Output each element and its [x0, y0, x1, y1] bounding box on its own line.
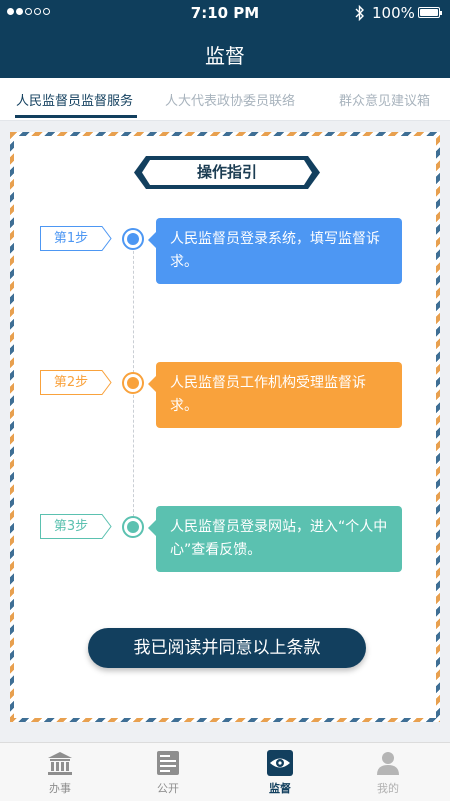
step-text: 人民监督员登录系统，填写监督诉求。 [170, 231, 380, 270]
step-dot-1 [122, 228, 144, 250]
document-icon [157, 751, 179, 775]
bluetooth-icon [355, 5, 364, 21]
battery-percent: 100% [372, 4, 415, 22]
status-bar: 7:10 PM 100% [0, 0, 450, 26]
step-dot-2 [122, 372, 144, 394]
nav-label: 监督 [269, 782, 291, 795]
step-tag-label: 第1步 [53, 231, 89, 246]
app-header: 7:10 PM 100% 监督 [0, 0, 450, 78]
nav-item-profile[interactable]: 我的 [348, 743, 428, 801]
step-text: 人民监督员登录网站，进入“个人中心”查看反馈。 [170, 519, 388, 558]
bank-icon [48, 752, 72, 775]
step-tag-3: 第3步 [40, 514, 112, 539]
step-dot-3 [122, 516, 144, 538]
tab-bar: 人民监督员监督服务 人大代表政协委员联络 群众意见建议箱 [0, 78, 450, 121]
nav-label: 公开 [157, 782, 179, 795]
user-icon [377, 752, 399, 775]
tab-suggestion-box[interactable]: 群众意见建议箱 [339, 90, 430, 109]
step-bubble-2: 人民监督员工作机构受理监督诉求。 [148, 362, 402, 428]
page-title: 监督 [205, 44, 245, 68]
guide-card: 操作指引 第1步 人民监督员登录系统，填写监督诉求。 第2步 人民监督员工作机构… [14, 136, 436, 718]
nav-item-public[interactable]: 公开 [128, 743, 208, 801]
step-bubble-1: 人民监督员登录系统，填写监督诉求。 [148, 218, 402, 284]
step-text: 人民监督员工作机构受理监督诉求。 [170, 375, 366, 414]
agree-terms-button[interactable]: 我已阅读并同意以上条款 [88, 628, 366, 668]
battery-icon [418, 7, 442, 18]
step-tag-1: 第1步 [40, 226, 112, 251]
guide-title-banner: 操作指引 [134, 156, 320, 189]
nav-label: 我的 [377, 782, 399, 795]
step-bubble-3: 人民监督员登录网站，进入“个人中心”查看反馈。 [148, 506, 402, 572]
tab-deputy-liaison[interactable]: 人大代表政协委员联络 [165, 90, 295, 109]
tab-supervisor-service[interactable]: 人民监督员监督服务 [16, 90, 133, 109]
bottom-nav: 办事 公开 监督 我的 [0, 742, 450, 801]
eye-icon [267, 750, 293, 776]
step-tag-label: 第2步 [53, 375, 89, 390]
guide-title: 操作指引 [196, 163, 257, 181]
nav-item-services[interactable]: 办事 [20, 743, 100, 801]
step-tag-label: 第3步 [53, 519, 89, 534]
active-tab-indicator [15, 115, 137, 118]
step-tag-2: 第2步 [40, 370, 112, 395]
nav-item-supervision[interactable]: 监督 [240, 743, 320, 801]
guide-card-frame: 操作指引 第1步 人民监督员登录系统，填写监督诉求。 第2步 人民监督员工作机构… [10, 132, 440, 722]
nav-label: 办事 [49, 782, 71, 795]
